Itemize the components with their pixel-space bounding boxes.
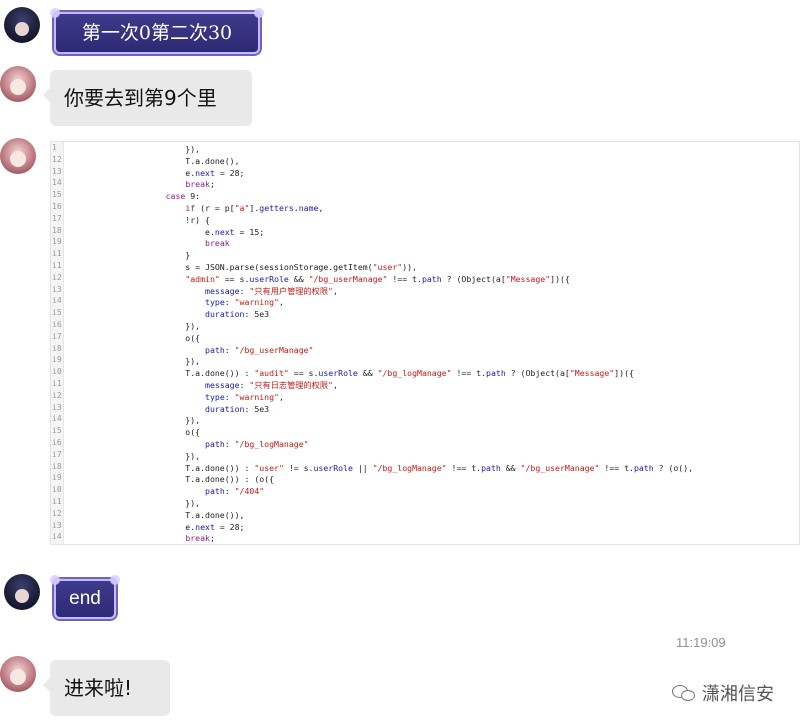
watermark-text: 潇湘信安 — [702, 684, 774, 705]
line-number: 18 — [52, 225, 62, 235]
code-line: }), — [67, 497, 201, 508]
code-line: e.next = 28; — [67, 521, 245, 532]
message-text: 第一次0第二次30 — [81, 22, 233, 44]
line-number-gutter: 1 12 13 14 15 16 17 18 19 i1 i1 i2 i3 i4 i5 i6 i7 i8 i9 i0 i… — [51, 142, 64, 544]
line-number: i0 — [52, 367, 62, 377]
code-line: message: "只有日志管理的权限", — [205, 379, 338, 390]
avatar[interactable] — [4, 574, 40, 610]
watermark: 潇湘信安 — [672, 680, 774, 706]
code-line: o({ — [67, 332, 201, 343]
code-line: T.a.done()), — [67, 509, 245, 520]
code-line: e.next = 15; — [67, 226, 265, 237]
code-line: } — [67, 250, 191, 261]
line-number: 12 — [52, 154, 62, 164]
code-line: T.a.done()) : "user" != s.userRole || "/… — [67, 462, 694, 473]
code-line: T.a.done(), — [67, 155, 240, 166]
message-text: 你要去到第9个里 — [64, 86, 217, 110]
line-number: 17 — [52, 213, 62, 223]
code-line: }), — [67, 356, 201, 367]
message-bubble: 第一次0第二次30 — [50, 8, 264, 54]
line-number: i2 — [52, 272, 62, 282]
line-number: i3 — [52, 284, 62, 294]
code-line: type: "warning", — [205, 391, 284, 402]
line-number: 13 — [52, 166, 62, 176]
code-screenshot[interactable]: 1 12 13 14 15 16 17 18 19 i1 i1 i2 i3 i4 i5 i6 i7 i8 i9 i0 i… — [50, 141, 800, 545]
code-line: duration: 5e3 — [205, 309, 270, 320]
avatar[interactable] — [4, 7, 40, 43]
line-number: i1 — [52, 378, 62, 388]
line-number: i5 — [52, 308, 62, 318]
code-line: "admin" == s.userRole && "/bg_userManage… — [185, 273, 570, 284]
message-bubble: 进来啦! — [43, 660, 170, 716]
line-number: i1 — [52, 496, 62, 506]
avatar[interactable] — [0, 138, 36, 174]
line-number: i9 — [52, 355, 62, 365]
line-number: i3 — [52, 402, 62, 412]
message-text: 进来啦! — [64, 676, 133, 700]
code-line: break — [205, 238, 230, 249]
line-number: i5 — [52, 426, 62, 436]
line-number: i3 — [52, 520, 62, 530]
line-number: 15 — [52, 190, 62, 200]
line-number: i8 — [52, 461, 62, 471]
code-line: duration: 5e3 — [205, 403, 270, 414]
code-line: T.a.done()) : "audit" == s.userRole && "… — [67, 368, 634, 379]
message-bubble: 你要去到第9个里 — [43, 70, 252, 126]
code-block: }), T.a.done(), e.next = 28; break; case… — [67, 144, 799, 544]
code-line: }), — [67, 450, 201, 461]
code-line: path: "/bg_logManage" — [205, 438, 309, 449]
line-number: 1 — [52, 143, 57, 152]
timestamp: 11:19:09 — [676, 635, 726, 650]
code-line: s = JSON.parse(sessionStorage.getItem("u… — [67, 261, 417, 272]
code-line: break; — [185, 179, 215, 190]
line-number: i6 — [52, 437, 62, 447]
avatar[interactable] — [0, 66, 36, 102]
code-line: }), — [67, 415, 201, 426]
code-line: }), — [67, 144, 201, 154]
code-line: message: "只有用户管理的权限", — [205, 285, 338, 296]
line-number: i4 — [52, 532, 62, 542]
line-number: 14 — [52, 178, 62, 188]
message-bubble: end — [50, 575, 120, 619]
code-line: if (r = p["a"].getters.name, — [185, 202, 324, 213]
line-number: i4 — [52, 296, 62, 306]
line-number: i4 — [52, 414, 62, 424]
avatar[interactable] — [0, 656, 36, 692]
line-number: i9 — [52, 473, 62, 483]
code-line: T.a.done()) : (o({ — [67, 474, 275, 485]
code-line: }), — [67, 320, 201, 331]
code-line: case 9: — [165, 191, 201, 202]
code-line: path: "/404" — [205, 486, 265, 497]
line-number: i0 — [52, 485, 62, 495]
code-line: type: "warning", — [205, 297, 284, 308]
line-number: i2 — [52, 390, 62, 400]
code-line: break; — [185, 533, 215, 544]
line-number: i7 — [52, 449, 62, 459]
line-number: i8 — [52, 343, 62, 353]
code-line: !r) { — [67, 214, 210, 225]
wechat-icon — [672, 684, 696, 702]
line-number: 19 — [52, 237, 62, 247]
line-number: i6 — [52, 319, 62, 329]
line-number: i2 — [52, 508, 62, 518]
line-number: i1 — [52, 249, 62, 259]
code-line: e.next = 28; — [67, 167, 245, 178]
line-number: i7 — [52, 331, 62, 341]
message-text: end — [69, 588, 101, 609]
line-number: i1 — [52, 260, 62, 270]
line-number: 16 — [52, 201, 62, 211]
code-line: o({ — [67, 427, 201, 438]
code-line: path: "/bg_userManage" — [205, 344, 314, 355]
